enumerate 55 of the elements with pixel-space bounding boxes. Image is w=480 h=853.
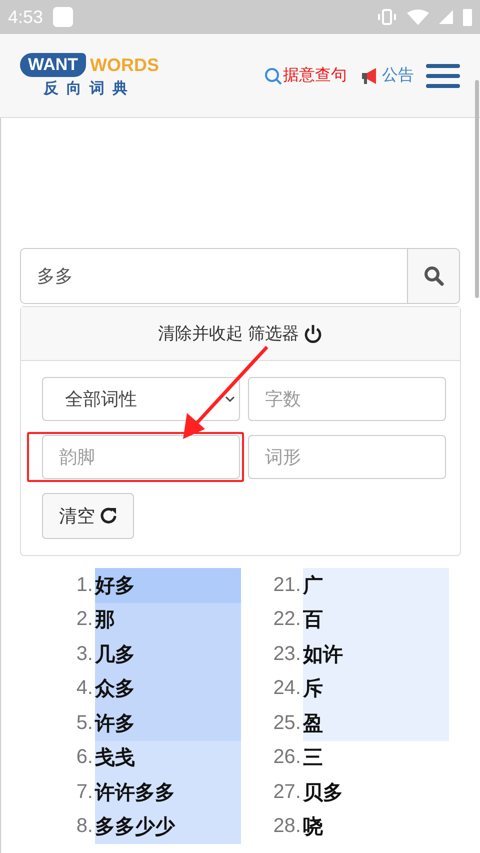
result-word[interactable]: 戋戋 xyxy=(95,740,241,775)
result-word[interactable]: 几多 xyxy=(95,637,241,672)
list-number: 8. xyxy=(75,815,94,838)
list-number: 7. xyxy=(75,780,94,804)
vibrate-icon xyxy=(377,9,397,25)
part-of-speech-select[interactable]: 全部词性 xyxy=(42,377,240,421)
menu-button[interactable] xyxy=(426,62,460,88)
list-number: 23. xyxy=(272,642,302,666)
result-word[interactable]: 广 xyxy=(303,568,449,602)
filter-field[interactable]: 韵脚 xyxy=(42,435,240,479)
list-number: 24. xyxy=(272,677,302,700)
list-number: 3. xyxy=(75,642,94,666)
wifi-icon xyxy=(407,9,429,25)
power-icon xyxy=(303,324,324,344)
logo-word: WORDS xyxy=(90,54,160,76)
logo-subtitle: 反向词典 xyxy=(44,79,136,98)
list-number: 4. xyxy=(75,677,94,700)
search-icon xyxy=(264,66,282,84)
filter-field[interactable]: 字数 xyxy=(248,377,446,421)
chevron-icon xyxy=(225,396,235,402)
nav-link[interactable]: 公告 xyxy=(361,65,414,86)
list-number: 2. xyxy=(75,608,94,632)
result-word[interactable]: 斥 xyxy=(303,672,449,706)
result-word[interactable]: 许许多多 xyxy=(95,775,241,810)
result-word[interactable]: 百 xyxy=(303,602,449,637)
filter-toggle[interactable]: 清除并收起 筛选器 xyxy=(21,307,460,361)
result-word[interactable]: 众多 xyxy=(95,672,241,706)
result-word[interactable]: 那 xyxy=(95,602,241,637)
logo-word: WANT xyxy=(20,53,86,77)
filter-field[interactable]: 词形 xyxy=(248,435,446,479)
refresh-icon xyxy=(99,506,119,526)
menu-icon xyxy=(426,62,460,88)
battery-icon xyxy=(463,8,472,26)
list-number: 1. xyxy=(75,574,94,597)
list-number: 28. xyxy=(272,815,302,838)
nav-link[interactable]: 据意查句 xyxy=(264,65,347,86)
result-word[interactable]: 许多 xyxy=(95,706,241,740)
search-field[interactable]: 多多 xyxy=(20,248,407,304)
list-number: 6. xyxy=(75,746,94,770)
search-icon xyxy=(424,266,444,286)
result-word[interactable]: 好多 xyxy=(95,568,241,602)
list-number: 5. xyxy=(75,712,94,735)
signal-icon xyxy=(439,10,453,24)
result-word[interactable]: 多多少少 xyxy=(95,810,241,844)
list-number: 27. xyxy=(272,780,302,804)
result-word[interactable]: 如许 xyxy=(303,637,449,672)
clear-button[interactable]: 清空 xyxy=(42,493,134,539)
logo[interactable]: WANT WORDS 反向词典 xyxy=(20,53,160,98)
notification-icon xyxy=(53,7,74,27)
result-word[interactable]: 盈 xyxy=(303,706,449,740)
list-number: 22. xyxy=(272,608,302,632)
list-number: 25. xyxy=(272,712,302,735)
list-number: 26. xyxy=(272,746,302,770)
list-number: 21. xyxy=(272,574,302,597)
search-button[interactable] xyxy=(407,248,460,304)
